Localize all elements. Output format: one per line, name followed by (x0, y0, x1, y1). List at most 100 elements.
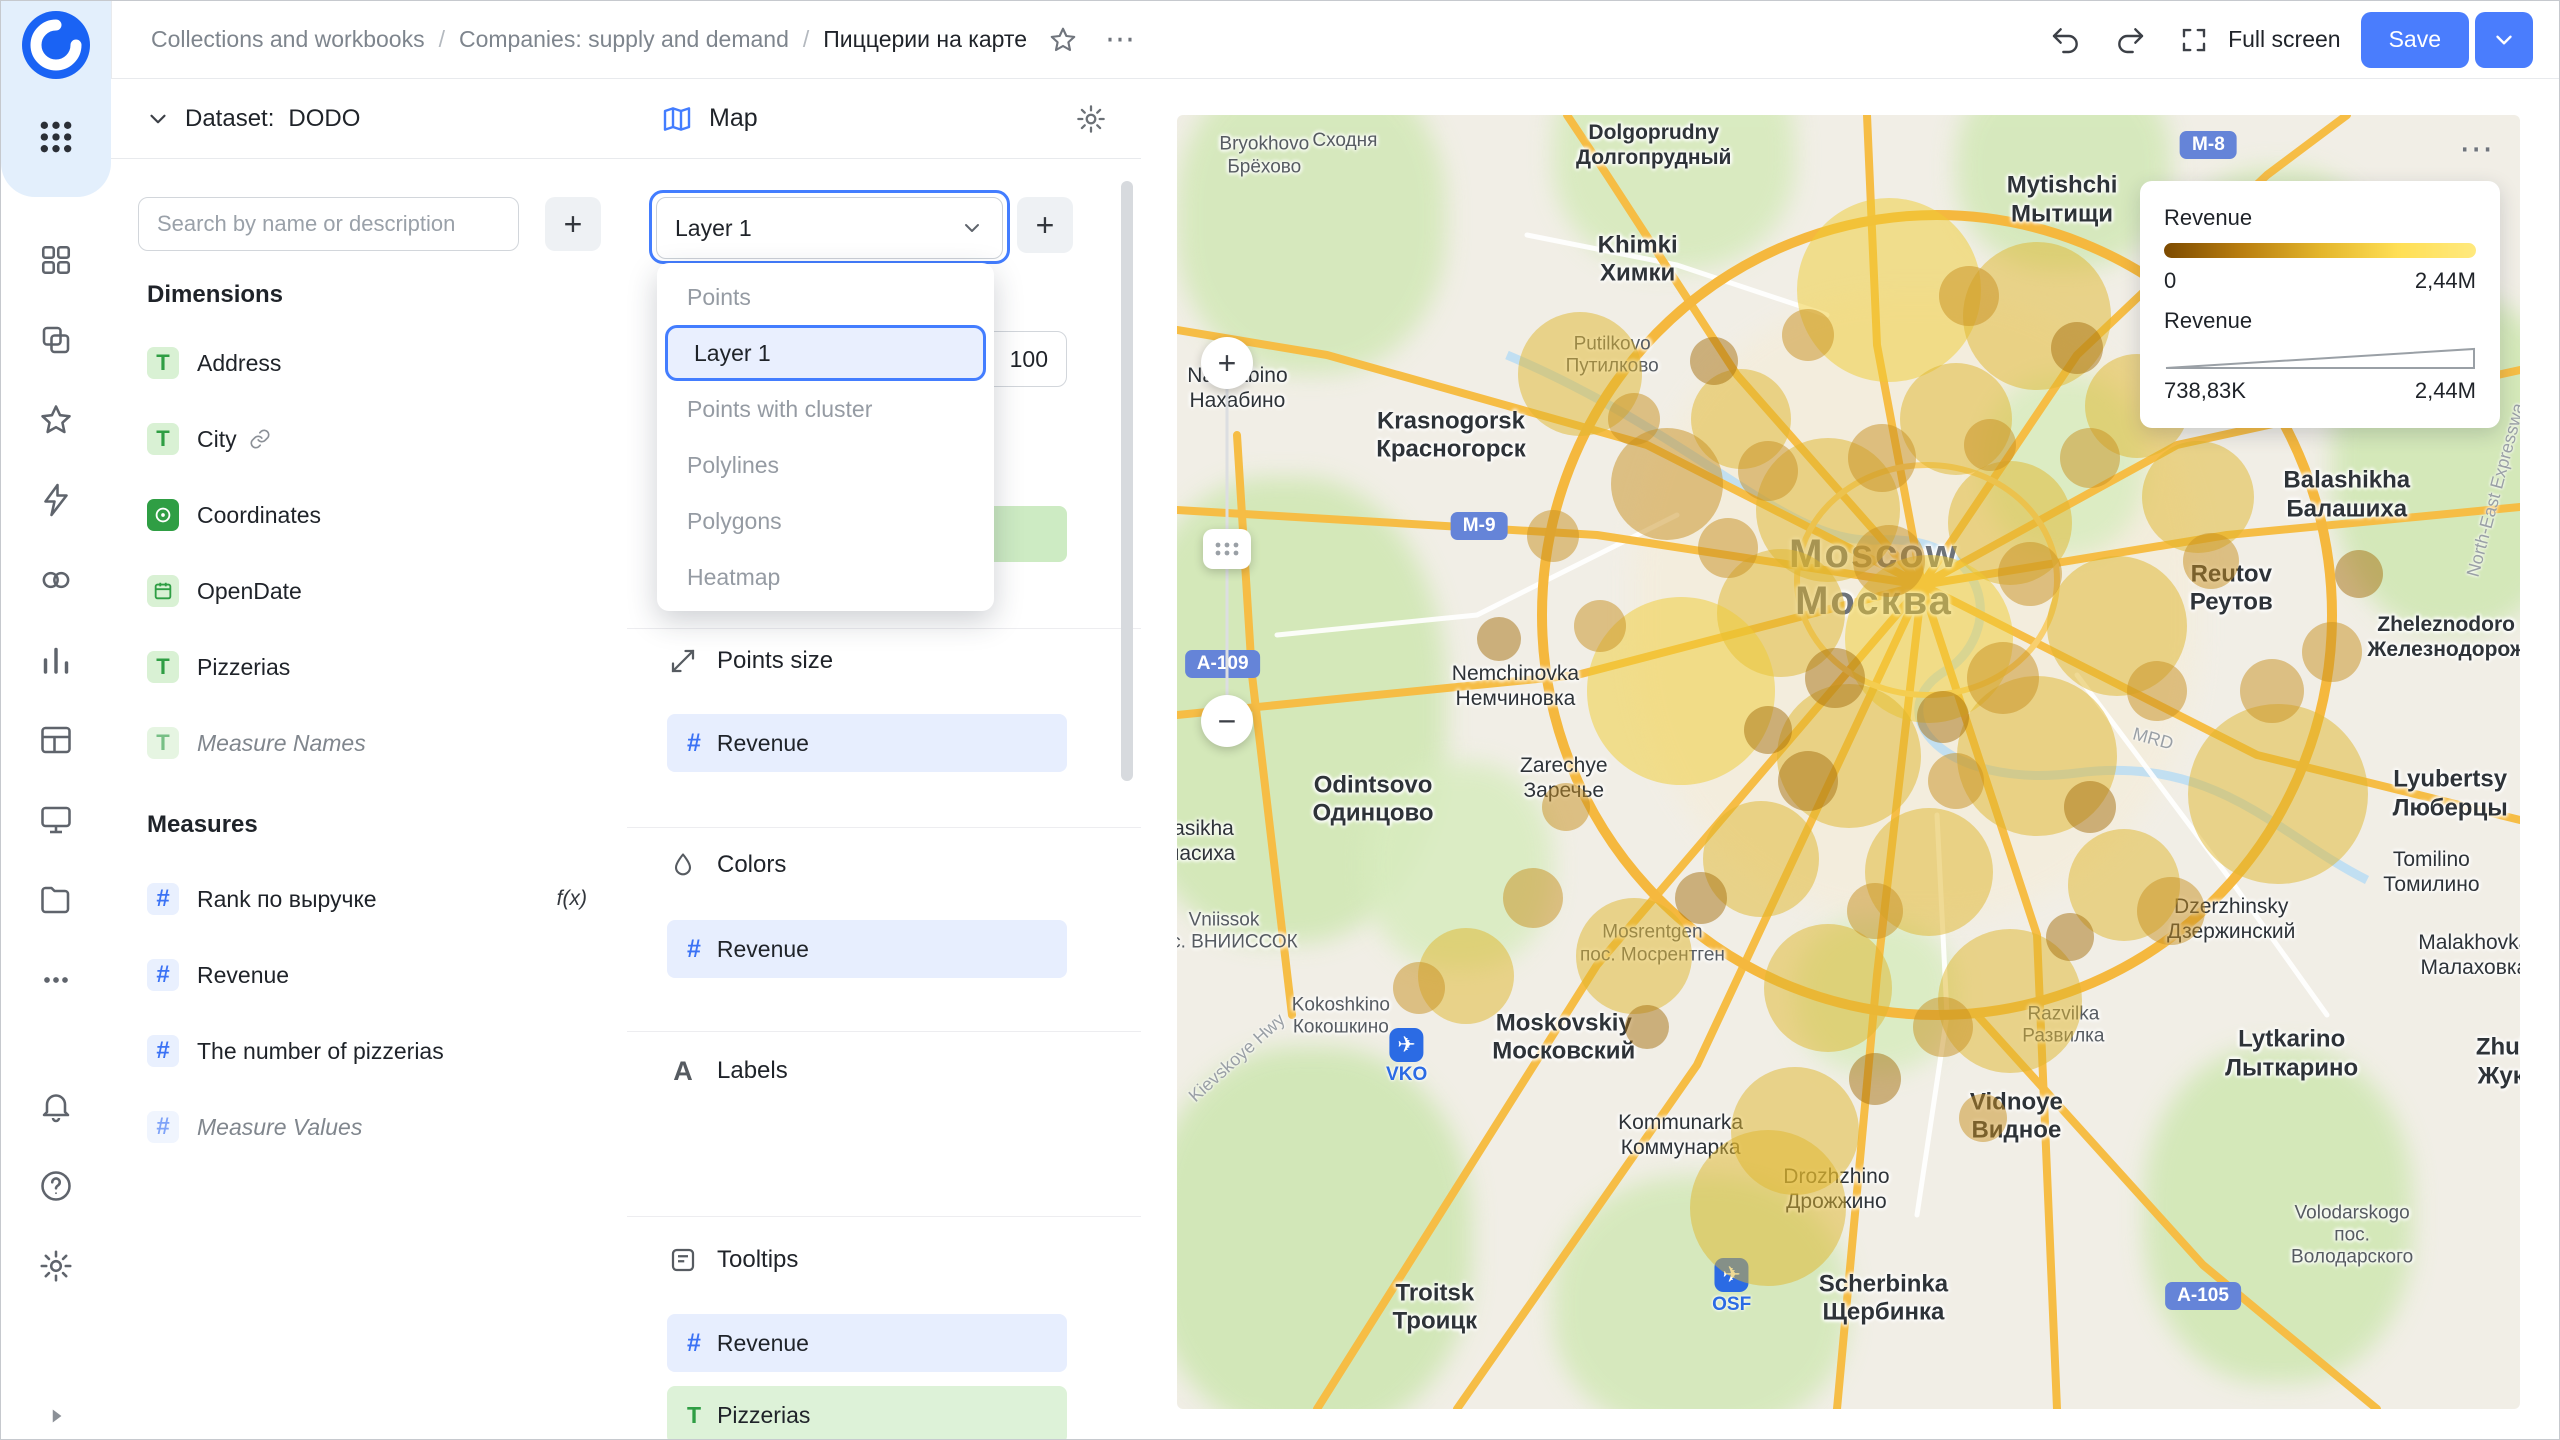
dataset-name[interactable]: DODO (288, 105, 360, 133)
field-row-revenue[interactable]: # Revenue (111, 937, 627, 1013)
map-bubble[interactable] (1625, 1005, 1669, 1049)
map-bubble[interactable] (1542, 783, 1590, 831)
map-bubble[interactable] (1964, 419, 2016, 471)
map-bubble[interactable] (1576, 898, 1692, 1014)
map-bubble[interactable] (1917, 691, 1969, 743)
layer-select[interactable]: Layer 1 (656, 197, 1003, 259)
map-bubble[interactable] (2188, 704, 2368, 884)
connections-icon[interactable] (34, 558, 78, 602)
map-bubble[interactable] (2064, 781, 2116, 833)
map-bubble[interactable] (2060, 428, 2120, 488)
settings-gear-icon[interactable] (34, 1244, 78, 1288)
map-bubble[interactable] (1847, 883, 1903, 939)
field-row-address[interactable]: T Address (111, 325, 627, 401)
field-row-measure-values[interactable]: # Measure Values (111, 1089, 627, 1165)
map-bubble[interactable] (2046, 913, 2094, 961)
redo-icon[interactable] (2108, 18, 2152, 62)
widgets-icon[interactable] (34, 238, 78, 282)
field-row-pizzerias[interactable]: T Pizzerias (111, 629, 627, 705)
field-row-number-of-pizzerias[interactable]: # The number of pizzerias (111, 1013, 627, 1089)
dataset-panel-header[interactable]: Dataset: DODO (111, 79, 627, 159)
zoom-in-button[interactable]: + (1201, 337, 1253, 389)
panel-scrollbar[interactable] (1121, 181, 1133, 781)
map-bubble[interactable] (2335, 550, 2383, 598)
collections-icon[interactable] (34, 318, 78, 362)
help-icon[interactable] (34, 1164, 78, 1208)
tooltip-field-chip-revenue[interactable]: # Revenue (667, 1314, 1067, 1372)
map-bubble[interactable] (1477, 617, 1521, 661)
map-bubble[interactable] (1675, 872, 1727, 924)
layer-option-points[interactable]: Points (657, 269, 994, 325)
breadcrumb-collections[interactable]: Collections and workbooks (151, 26, 425, 53)
map-bubble[interactable] (1527, 510, 1579, 562)
map-bubble[interactable] (2127, 661, 2187, 721)
add-layer-button[interactable]: + (1017, 197, 1073, 253)
field-row-measure-names[interactable]: T Measure Names (111, 705, 627, 781)
map-more-icon[interactable]: ⋯ (2459, 129, 2496, 169)
map-bubble[interactable] (1967, 642, 2039, 714)
ruler-tool-button[interactable] (1203, 529, 1251, 569)
favorites-star-icon[interactable] (34, 398, 78, 442)
undo-icon[interactable] (2044, 18, 2088, 62)
map-bubble[interactable] (1764, 924, 1892, 1052)
layer-option-layer-1[interactable]: Layer 1 (665, 325, 986, 381)
tooltip-field-chip-pizzerias[interactable]: T Pizzerias (667, 1386, 1067, 1439)
apps-grid-icon[interactable] (34, 115, 78, 159)
page-more-icon[interactable]: ⋯ (1099, 18, 1143, 62)
map-bubble[interactable] (1939, 266, 1999, 326)
save-options-caret-button[interactable] (2475, 12, 2533, 68)
field-row-city[interactable]: T City (111, 401, 627, 477)
map-bubble[interactable] (2183, 533, 2239, 589)
fullscreen-label[interactable]: Full screen (2228, 26, 2340, 53)
field-search-input[interactable] (138, 197, 519, 251)
datasets-icon[interactable] (34, 718, 78, 762)
layer-option-heatmap[interactable]: Heatmap (657, 549, 994, 605)
layer-option-polylines[interactable]: Polylines (657, 437, 994, 493)
favorite-star-icon[interactable] (1041, 18, 1085, 62)
map-bubble[interactable] (2051, 322, 2103, 374)
map-bubble[interactable] (1698, 518, 1758, 578)
charts-icon[interactable] (34, 638, 78, 682)
map-bubble[interactable] (1690, 1130, 1846, 1286)
map-bubble[interactable] (1503, 868, 1563, 928)
map-bubble[interactable] (1849, 1053, 1901, 1105)
datalens-logo[interactable] (22, 11, 90, 79)
map-bubble[interactable] (1782, 309, 1834, 361)
collapse-sidebar-button[interactable] (43, 1403, 69, 1429)
map-bubble[interactable] (1928, 753, 1984, 809)
map-bubble[interactable] (1998, 542, 2062, 606)
field-row-opendate[interactable]: OpenDate (111, 553, 627, 629)
map-bubble[interactable] (1853, 525, 1925, 597)
points-size-field-chip[interactable]: # Revenue (667, 714, 1067, 772)
map-bubble[interactable] (2240, 659, 2304, 723)
map-bubble[interactable] (1608, 393, 1660, 445)
field-row-rank[interactable]: # Rank по выручке f(x) (111, 861, 627, 937)
colors-field-chip[interactable]: # Revenue (667, 920, 1067, 978)
storage-folder-icon[interactable] (34, 878, 78, 922)
dashboards-icon[interactable] (34, 798, 78, 842)
zoom-out-button[interactable]: − (1201, 695, 1253, 747)
map-bubble[interactable] (1393, 962, 1445, 1014)
map-bubble[interactable] (1848, 424, 1916, 492)
field-row-coordinates[interactable]: Coordinates (111, 477, 627, 553)
chart-settings-gear-icon[interactable] (1075, 103, 1107, 135)
map-bubble[interactable] (1690, 337, 1738, 385)
fullscreen-icon[interactable] (2172, 18, 2216, 62)
breadcrumb-workbook[interactable]: Companies: supply and demand (459, 26, 789, 53)
layer-option-polygons[interactable]: Polygons (657, 493, 994, 549)
add-field-button[interactable]: + (545, 197, 601, 251)
notifications-bell-icon[interactable] (34, 1084, 78, 1128)
map-bubble[interactable] (1778, 751, 1838, 811)
map-bubble[interactable] (2302, 622, 2362, 682)
map-bubble[interactable] (1744, 706, 1792, 754)
map-bubble[interactable] (1738, 441, 1798, 501)
map-bubble[interactable] (2137, 877, 2205, 945)
map-bubble[interactable] (1805, 648, 1865, 708)
map-canvas[interactable]: MKADMRDMRDNorth-East ExpresswaKievskoye … (1177, 115, 2520, 1409)
layer-option-points-with-cluster[interactable]: Points with cluster (657, 381, 994, 437)
map-bubble[interactable] (1959, 1094, 2007, 1142)
map-bubble[interactable] (1913, 997, 1973, 1057)
map-bubble[interactable] (1574, 600, 1626, 652)
rail-more-icon[interactable] (34, 958, 78, 1002)
save-button[interactable]: Save (2361, 12, 2469, 68)
